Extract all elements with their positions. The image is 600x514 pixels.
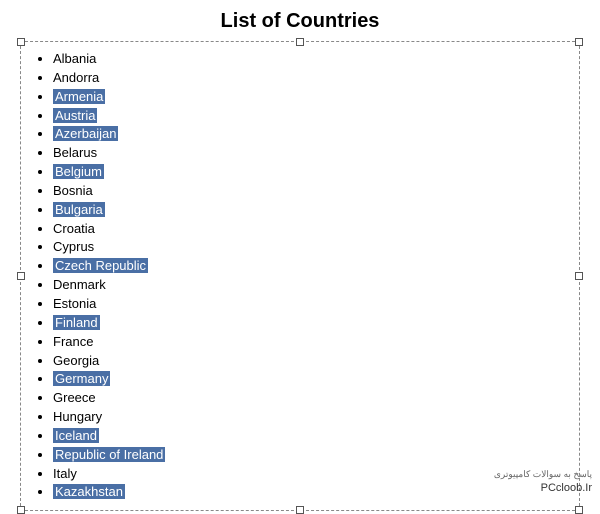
list-item: Albania — [53, 50, 567, 69]
list-item: France — [53, 333, 567, 352]
page-title: List of Countries — [0, 0, 600, 41]
handle-mr[interactable] — [575, 272, 583, 280]
handle-bc[interactable] — [296, 506, 304, 514]
handle-br[interactable] — [575, 506, 583, 514]
list-item: Italy — [53, 465, 567, 484]
list-item: Iceland — [53, 427, 567, 446]
handle-ml[interactable] — [17, 272, 25, 280]
watermark-persian: پاسخ به سوالات کامپیوتری — [494, 469, 592, 480]
watermark: PCcloob.Ir — [541, 482, 592, 494]
list-item: Azerbaijan — [53, 125, 567, 144]
handle-tc[interactable] — [296, 38, 304, 46]
list-item: Estonia — [53, 295, 567, 314]
handle-bl[interactable] — [17, 506, 25, 514]
countries-list: AlbaniaAndorraArmeniaAustriaAzerbaijanBe… — [33, 50, 567, 502]
list-item: Denmark — [53, 276, 567, 295]
list-item: Belgium — [53, 163, 567, 182]
list-item: Bosnia — [53, 182, 567, 201]
list-container: AlbaniaAndorraArmeniaAustriaAzerbaijanBe… — [20, 41, 580, 511]
list-item: Andorra — [53, 69, 567, 88]
list-item: Czech Republic — [53, 257, 567, 276]
list-item: Georgia — [53, 352, 567, 371]
list-item: Hungary — [53, 408, 567, 427]
list-item: Armenia — [53, 88, 567, 107]
list-item: Germany — [53, 370, 567, 389]
list-item: Finland — [53, 314, 567, 333]
list-item: Cyprus — [53, 238, 567, 257]
list-item: Bulgaria — [53, 201, 567, 220]
list-item: Kazakhstan — [53, 483, 567, 502]
list-item: Belarus — [53, 144, 567, 163]
list-item: Austria — [53, 107, 567, 126]
handle-tr[interactable] — [575, 38, 583, 46]
handle-tl[interactable] — [17, 38, 25, 46]
list-item: Croatia — [53, 220, 567, 239]
list-item: Greece — [53, 389, 567, 408]
list-item: Republic of Ireland — [53, 446, 567, 465]
